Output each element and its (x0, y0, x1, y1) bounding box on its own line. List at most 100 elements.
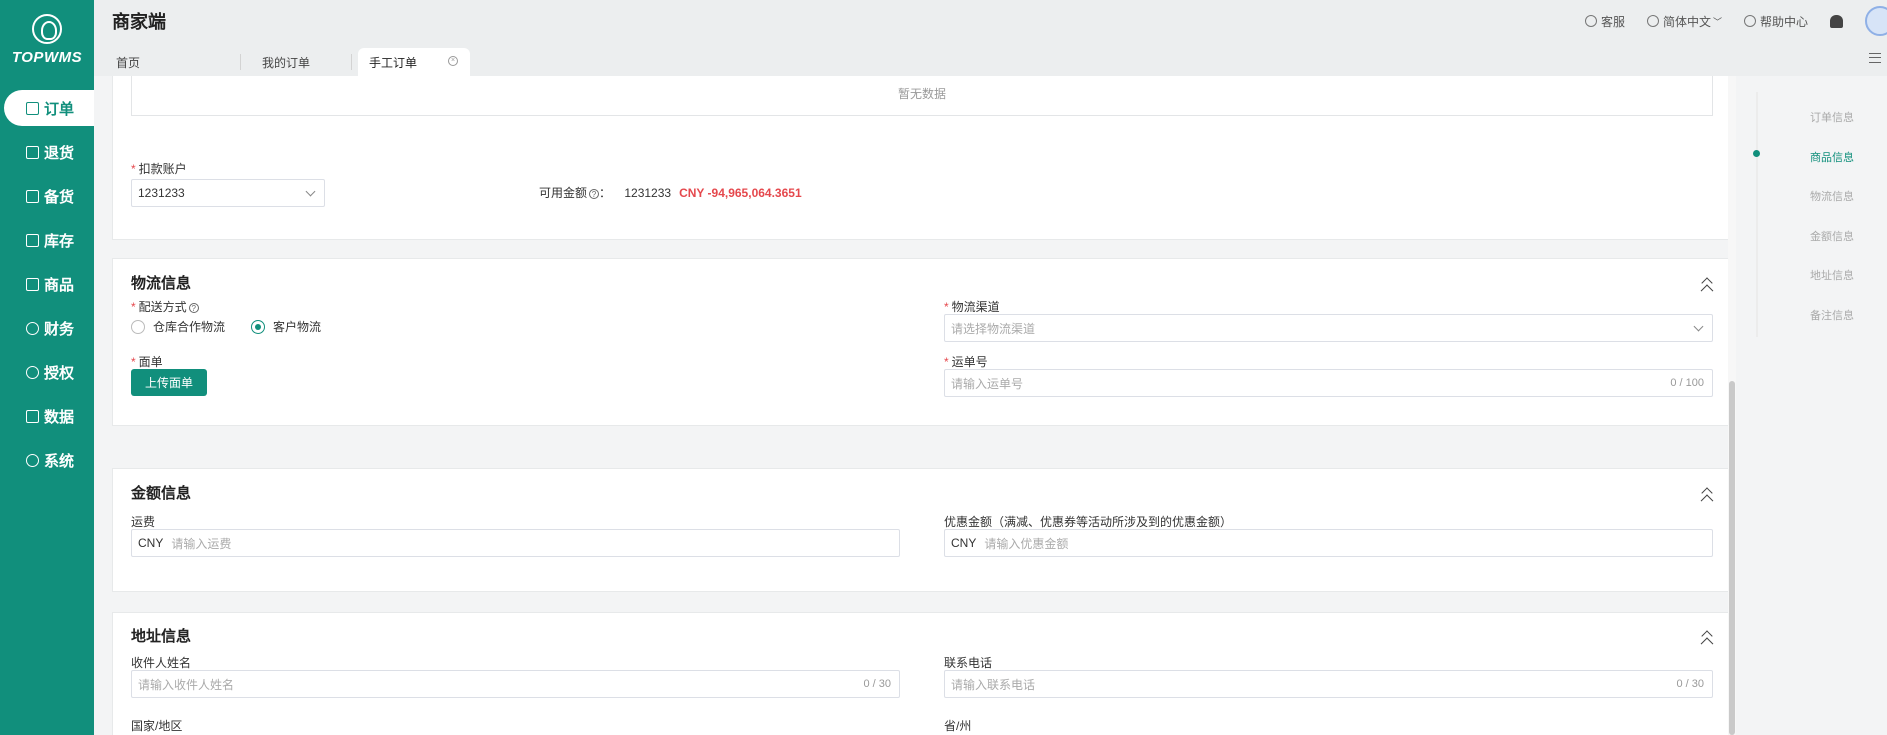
chevron-down-icon: ﹀ (1712, 16, 1722, 27)
sidebar-item-label: 系统 (44, 452, 75, 470)
main-content: 暂无数据 * 扣款账户 1231233 可用金额?： 1231233 CNY -94… (94, 76, 1734, 735)
system-icon (26, 453, 39, 467)
recipient-name-input[interactable]: 请输入收件人姓名 0 / 30 (131, 670, 900, 698)
customer-service-label: 客服 (1600, 14, 1625, 29)
sidebar-item-inventory[interactable]: 库存 (4, 222, 94, 258)
question-icon[interactable]: ? (188, 303, 199, 313)
currency-prefix: CNY (138, 536, 164, 550)
tab-manual-order[interactable]: 手工订单 × (358, 48, 470, 76)
account-select[interactable]: 1231233 (131, 179, 325, 207)
sidebar-item-authorize[interactable]: 授权 (4, 354, 94, 390)
sidebar-item-label: 退货 (44, 144, 75, 162)
tracking-input[interactable]: 请输入运单号 0 / 100 (944, 369, 1713, 397)
data-icon (26, 409, 39, 423)
logistics-title: 物流信息 (131, 275, 192, 292)
logistics-card: 物流信息 * 配送方式? 仓库合作物流 客户物流 * 面单 上传面单 * 物流渠道 请… (112, 258, 1730, 426)
discount-label: 优惠金额（满减、优惠券等活动所涉及到的优惠金额） (944, 515, 1233, 529)
sidebar-item-label: 商品 (44, 276, 75, 294)
account-label-text: 扣款账户 (138, 162, 187, 176)
recipient-name-label: 收件人姓名 (131, 656, 192, 670)
phone-input[interactable]: 请输入联系电话 0 / 30 (944, 670, 1713, 698)
menu-collapse-icon[interactable] (1869, 53, 1881, 63)
delivery-option-warehouse[interactable]: 仓库合作物流 (131, 318, 225, 335)
balance-amount: CNY -94,965,064.3651 (679, 186, 802, 200)
tab-my-orders[interactable]: 我的订单 (240, 48, 350, 76)
channel-select[interactable]: 请选择物流渠道 (944, 314, 1713, 342)
channel-label-text: 物流渠道 (951, 300, 1000, 314)
tab-bar: 首页 我的订单 手工订单 × (94, 42, 1887, 76)
tracking-placeholder: 请输入运单号 (951, 376, 1024, 391)
balance-info: 可用金额?： 1231233 CNY -94,965,064.3651 (539, 186, 802, 200)
avatar[interactable] (1865, 6, 1887, 36)
anchor-item-logistics-info[interactable]: 物流信息 (1810, 188, 1854, 204)
anchor-track (1756, 92, 1758, 337)
sidebar-item-stock-prep[interactable]: 备货 (4, 178, 94, 214)
content-scrollbar[interactable] (1728, 76, 1736, 735)
waybill-label-text: 面单 (138, 355, 163, 369)
upload-waybill-button[interactable]: 上传面单 (131, 369, 207, 396)
tab-divider (351, 54, 352, 70)
province-label: 省/州 (944, 719, 972, 733)
amount-title: 金额信息 (131, 485, 192, 502)
tab-label: 我的订单 (262, 55, 311, 70)
sidebar-item-label: 备货 (44, 188, 75, 206)
collapse-up-icon[interactable] (1701, 630, 1713, 642)
delivery-option-customer[interactable]: 客户物流 (251, 318, 321, 335)
help-center-link[interactable]: 帮助中心 (1743, 13, 1808, 30)
country-label: 国家/地区 (131, 719, 183, 733)
sidebar-item-system[interactable]: 系统 (4, 442, 94, 478)
sidebar-item-product[interactable]: 商品 (4, 266, 94, 302)
customer-service-link[interactable]: 客服 (1584, 13, 1625, 30)
address-title: 地址信息 (131, 628, 192, 645)
required-mark: * (131, 162, 136, 176)
tab-label: 首页 (116, 55, 141, 70)
discount-input[interactable]: CNY 请输入优惠金额 (944, 529, 1713, 557)
sidebar-item-label: 授权 (44, 364, 75, 382)
brand-logo[interactable]: TOPWMS (0, 0, 94, 74)
order-icon (26, 101, 39, 115)
anchor-item-order-info[interactable]: 订单信息 (1810, 109, 1854, 125)
tab-label: 手工订单 (369, 55, 418, 70)
required-mark: * (944, 300, 949, 314)
anchor-item-address-info[interactable]: 地址信息 (1810, 267, 1854, 283)
tracking-label: * 运单号 (944, 353, 988, 370)
channel-label: * 物流渠道 (944, 298, 1000, 315)
account-value: 1231233 (138, 186, 185, 200)
inventory-icon (26, 233, 39, 247)
header-actions: 客服 简体中文 ﹀ 帮助中心 (1584, 0, 1887, 42)
scrollbar-thumb[interactable] (1729, 381, 1735, 735)
product-icon (26, 277, 39, 291)
shipping-fee-input[interactable]: CNY 请输入运费 (131, 529, 900, 557)
discount-placeholder: 请输入优惠金额 (984, 536, 1069, 551)
sidebar-item-return[interactable]: 退货 (4, 134, 94, 170)
anchor-item-remark-info[interactable]: 备注信息 (1810, 307, 1854, 323)
help-center-label: 帮助中心 (1759, 14, 1808, 29)
sidebar-item-data[interactable]: 数据 (4, 398, 94, 434)
language-selector[interactable]: 简体中文 ﹀ (1646, 13, 1722, 30)
sidebar-item-finance[interactable]: 财务 (4, 310, 94, 346)
sidebar: TOPWMS 订单 退货 备货 库存 商品 财务 授权 数据 系统 (0, 0, 94, 735)
phone-label: 联系电话 (944, 656, 993, 670)
logo-icon (32, 14, 62, 44)
brand-name: TOPWMS (11, 49, 83, 66)
anchor-item-product-info[interactable]: 商品信息 (1810, 149, 1854, 165)
radio-circle (131, 319, 145, 334)
currency-prefix: CNY (951, 536, 977, 550)
app-title: 商家端 (112, 12, 166, 32)
sidebar-item-label: 财务 (44, 320, 75, 338)
collapse-up-icon[interactable] (1701, 277, 1713, 289)
channel-placeholder: 请选择物流渠道 (951, 321, 1036, 336)
collapse-up-icon[interactable] (1701, 487, 1713, 499)
question-icon[interactable]: ? (589, 189, 600, 199)
anchor-item-amount-info[interactable]: 金额信息 (1810, 228, 1854, 244)
tab-home[interactable]: 首页 (94, 48, 216, 76)
close-icon[interactable]: × (448, 56, 458, 66)
sidebar-item-order[interactable]: 订单 (4, 90, 94, 126)
recipient-name-placeholder: 请输入收件人姓名 (138, 677, 235, 692)
waybill-label: * 面单 (131, 353, 163, 370)
bell-icon[interactable] (1830, 14, 1843, 28)
shipping-fee-label: 运费 (131, 515, 156, 529)
headset-icon (1584, 15, 1597, 27)
globe-icon (1646, 15, 1659, 27)
sidebar-menu: 订单 退货 备货 库存 商品 财务 授权 数据 系统 (0, 90, 94, 478)
